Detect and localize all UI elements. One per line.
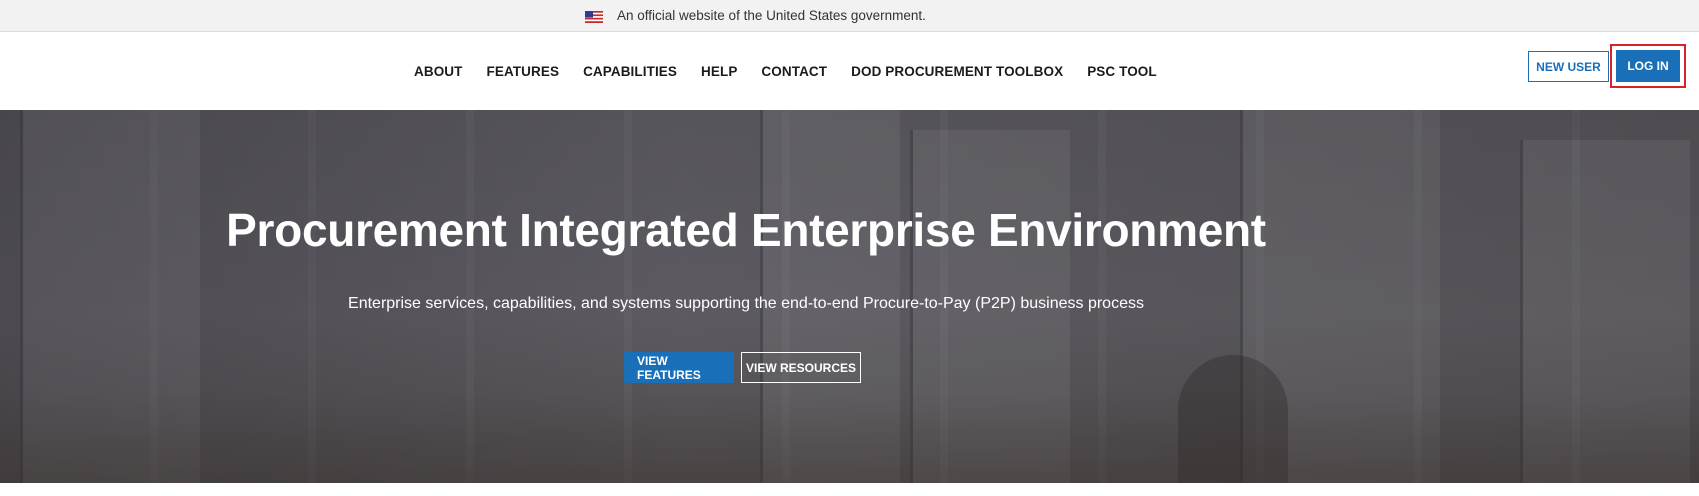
new-user-button[interactable]: NEW USER [1528, 51, 1609, 82]
hero-section: Procurement Integrated Enterprise Enviro… [0, 110, 1699, 483]
gov-banner-text: An official website of the United States… [617, 8, 926, 23]
gov-banner-content: An official website of the United States… [585, 0, 926, 31]
main-nav: ABOUT FEATURES CAPABILITIES HELP CONTACT… [414, 32, 1157, 110]
view-resources-button[interactable]: VIEW RESOURCES [741, 352, 861, 383]
hero-button-group: VIEW FEATURES VIEW RESOURCES [624, 352, 861, 383]
view-features-button[interactable]: VIEW FEATURES [624, 352, 734, 383]
site-header: ABOUT FEATURES CAPABILITIES HELP CONTACT… [0, 32, 1699, 110]
nav-item-capabilities[interactable]: CAPABILITIES [583, 64, 677, 79]
nav-item-contact[interactable]: CONTACT [761, 64, 827, 79]
nav-item-features[interactable]: FEATURES [487, 64, 560, 79]
login-button[interactable]: LOG IN [1616, 50, 1680, 82]
hero-title: Procurement Integrated Enterprise Enviro… [226, 204, 1266, 256]
hero-background-floor [0, 393, 1699, 483]
nav-item-psc-tool[interactable]: PSC TOOL [1087, 64, 1157, 79]
hero-subtitle: Enterprise services, capabilities, and s… [348, 295, 1144, 312]
nav-item-about[interactable]: ABOUT [414, 64, 463, 79]
us-flag-icon [585, 10, 603, 23]
nav-item-help[interactable]: HELP [701, 64, 737, 79]
gov-banner: An official website of the United States… [0, 0, 1699, 32]
nav-item-dod-procurement-toolbox[interactable]: DOD PROCUREMENT TOOLBOX [851, 64, 1063, 79]
